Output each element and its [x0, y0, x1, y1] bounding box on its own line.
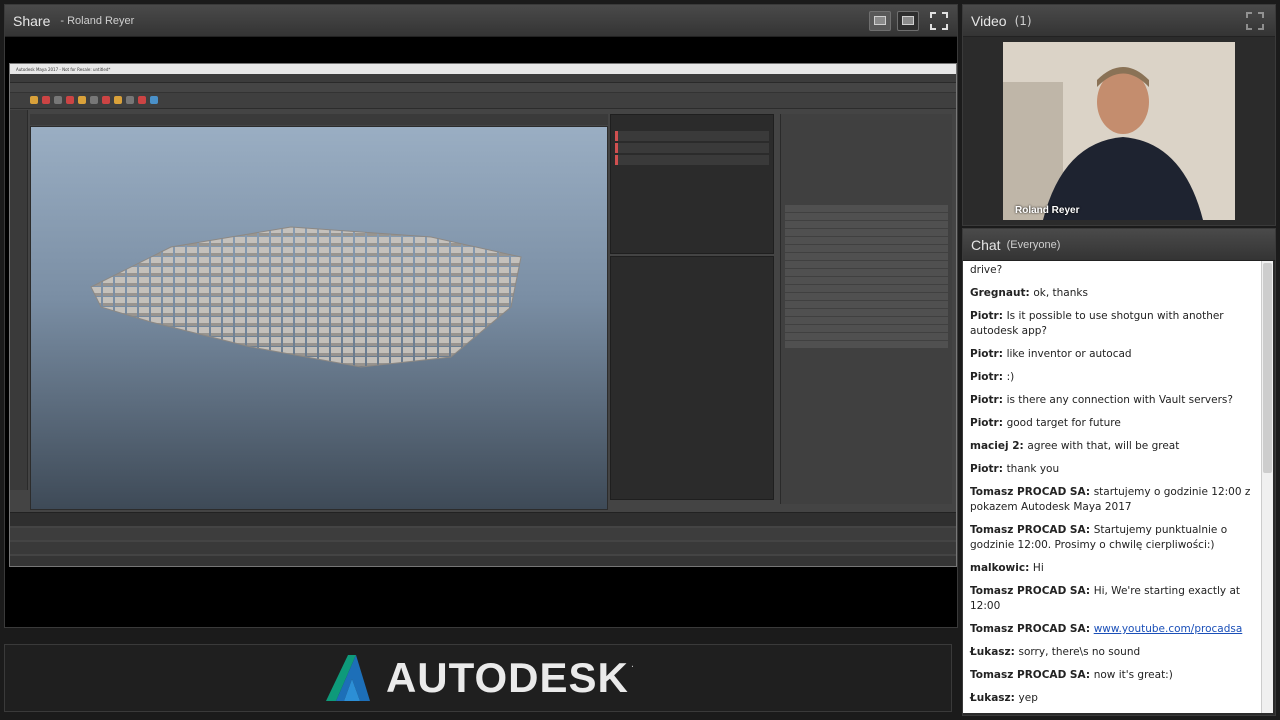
chat-message: Tomasz PROCAD SA: startujemy o godzinie …: [970, 485, 1255, 515]
chat-message: Tomasz PROCAD SA: now it's great:): [970, 668, 1255, 683]
chat-sender: Tomasz PROCAD SA:: [970, 669, 1094, 681]
chat-message: Gregnaut: ok, thanks: [970, 286, 1255, 301]
chat-text: :): [1006, 371, 1015, 383]
chat-message: Tomasz PROCAD SA: www.youtube.com/procad…: [970, 622, 1255, 637]
chat-message: Piotr: good target for future: [970, 416, 1255, 431]
share-title: Share: [13, 12, 51, 29]
share-pod: Share - Roland Reyer Autodesk Maya 2017 …: [4, 4, 958, 628]
attribute-editor: [780, 114, 952, 504]
maya-menu-bar: [10, 74, 956, 83]
video-count: (1): [1014, 13, 1032, 28]
chat-text: agree with that, will be great: [1027, 440, 1180, 452]
chat-sender: Łukasz:: [970, 646, 1019, 658]
shared-screen: Autodesk Maya 2017 - Not for Resale: unt…: [5, 37, 957, 627]
presenter-name-label: Roland Reyer: [1015, 205, 1080, 216]
chat-sender: Tomasz PROCAD SA:: [970, 585, 1094, 597]
screen-icon: [902, 16, 914, 25]
chat-sender: maciej 2:: [970, 440, 1028, 452]
maya-toolbox: [10, 110, 28, 490]
chat-sender: Tomasz PROCAD SA:: [970, 486, 1094, 498]
autodesk-banner: AUTODESK .: [4, 644, 952, 712]
chat-sender: Piotr:: [970, 348, 1007, 360]
command-line: [10, 542, 956, 554]
chat-message: drive?: [970, 263, 1255, 278]
share-presenter: - Roland Reyer: [60, 14, 135, 27]
chat-sender: Piotr:: [970, 463, 1007, 475]
maya-title-bar: Autodesk Maya 2017 - Not for Resale: unt…: [10, 64, 956, 74]
maya-window-title: Autodesk Maya 2017 - Not for Resale: unt…: [16, 66, 111, 72]
chat-text: yep: [1018, 692, 1038, 704]
chat-message: Tomasz PROCAD SA: Hi, We're starting exa…: [970, 584, 1255, 614]
fullscreen-icon[interactable]: [1245, 11, 1265, 31]
chat-message: Łukasz: yep: [970, 691, 1255, 706]
fullscreen-icon[interactable]: [929, 11, 949, 31]
trademark: .: [630, 659, 635, 670]
maya-shelf: [10, 93, 956, 109]
chat-text: Hi: [1032, 562, 1044, 574]
chat-link[interactable]: www.youtube.com/procadsa: [1094, 623, 1243, 635]
chat-sender: Tomasz PROCAD SA:: [970, 524, 1094, 536]
chat-header: Chat (Everyone): [963, 229, 1275, 261]
range-slider: [10, 528, 956, 540]
chat-sender: Piotr:: [970, 310, 1007, 322]
chat-message: malkowic: Hi: [970, 561, 1255, 576]
chat-message: Tomasz PROCAD SA: Startujemy punktualnie…: [970, 523, 1255, 553]
presenter-video-image: [1003, 42, 1235, 220]
chat-message: Łukasz: sorry, there\s no sound: [970, 645, 1255, 660]
chat-text: ok, thanks: [1033, 287, 1088, 299]
autodesk-wordmark: AUTODESK: [385, 654, 629, 701]
chat-message-list: drive? Gregnaut: ok, thanks Piotr: Is it p…: [963, 261, 1261, 713]
share-header: Share - Roland Reyer: [5, 5, 957, 37]
viewport-menu: [30, 114, 608, 125]
share-toolbar: [869, 11, 949, 31]
time-slider: [10, 512, 956, 526]
maya-window: Autodesk Maya 2017 - Not for Resale: unt…: [9, 63, 957, 567]
chat-sender: Piotr:: [970, 371, 1007, 383]
chat-sender: Piotr:: [970, 394, 1007, 406]
chat-message: Piotr: :): [970, 370, 1255, 385]
chat-message: Piotr: like inventor or autocad: [970, 347, 1255, 362]
outliner-panel: [610, 256, 774, 500]
chat-text: drive?: [970, 264, 1003, 276]
chat-text: like inventor or autocad: [1006, 348, 1132, 360]
chat-message: Piotr: thank you: [970, 462, 1255, 477]
fit-width-button[interactable]: [869, 11, 891, 31]
fit-page-button[interactable]: [897, 11, 919, 31]
help-line: [10, 556, 956, 566]
maya-status-line: [10, 83, 956, 93]
chat-sender: Łukasz:: [970, 692, 1019, 704]
chat-text: sorry, there\s no sound: [1018, 646, 1141, 658]
chat-message: Piotr: is there any connection with Vaul…: [970, 393, 1255, 408]
chat-sender: Gregnaut:: [970, 287, 1034, 299]
chat-text: good target for future: [1006, 417, 1121, 429]
chat-message: maciej 2: agree with that, will be great: [970, 439, 1255, 454]
chat-message: Piotr: Is it possible to use shotgun wit…: [970, 309, 1255, 339]
chat-pod: Chat (Everyone) drive? Gregnaut: ok, than…: [962, 228, 1276, 716]
node-editor-panel: [610, 114, 774, 254]
video-header: Video (1): [963, 5, 1275, 37]
chat-scrollbar[interactable]: [1261, 261, 1273, 713]
chat-text: is there any connection with Vault serve…: [1006, 394, 1233, 406]
city-blocks-render: [90, 226, 522, 368]
maya-viewport: [30, 126, 608, 510]
chat-text: Is it possible to use shotgun with anoth…: [970, 310, 1224, 337]
chat-sender: Piotr:: [970, 417, 1007, 429]
chat-text: now it's great:): [1093, 669, 1173, 681]
chat-sender: malkowic:: [970, 562, 1033, 574]
autodesk-logo-icon: [325, 655, 370, 701]
video-pod: Video (1) Roland Reyer: [962, 4, 1276, 226]
webcam-video: Roland Reyer: [1003, 42, 1235, 220]
chat-text: thank you: [1006, 463, 1060, 475]
screen-icon: [874, 16, 886, 25]
chat-sender: Tomasz PROCAD SA:: [970, 623, 1094, 635]
video-title: Video: [971, 12, 1007, 29]
chat-title: Chat: [971, 236, 1001, 253]
scroll-thumb[interactable]: [1263, 263, 1272, 473]
chat-scope[interactable]: (Everyone): [1007, 239, 1061, 251]
